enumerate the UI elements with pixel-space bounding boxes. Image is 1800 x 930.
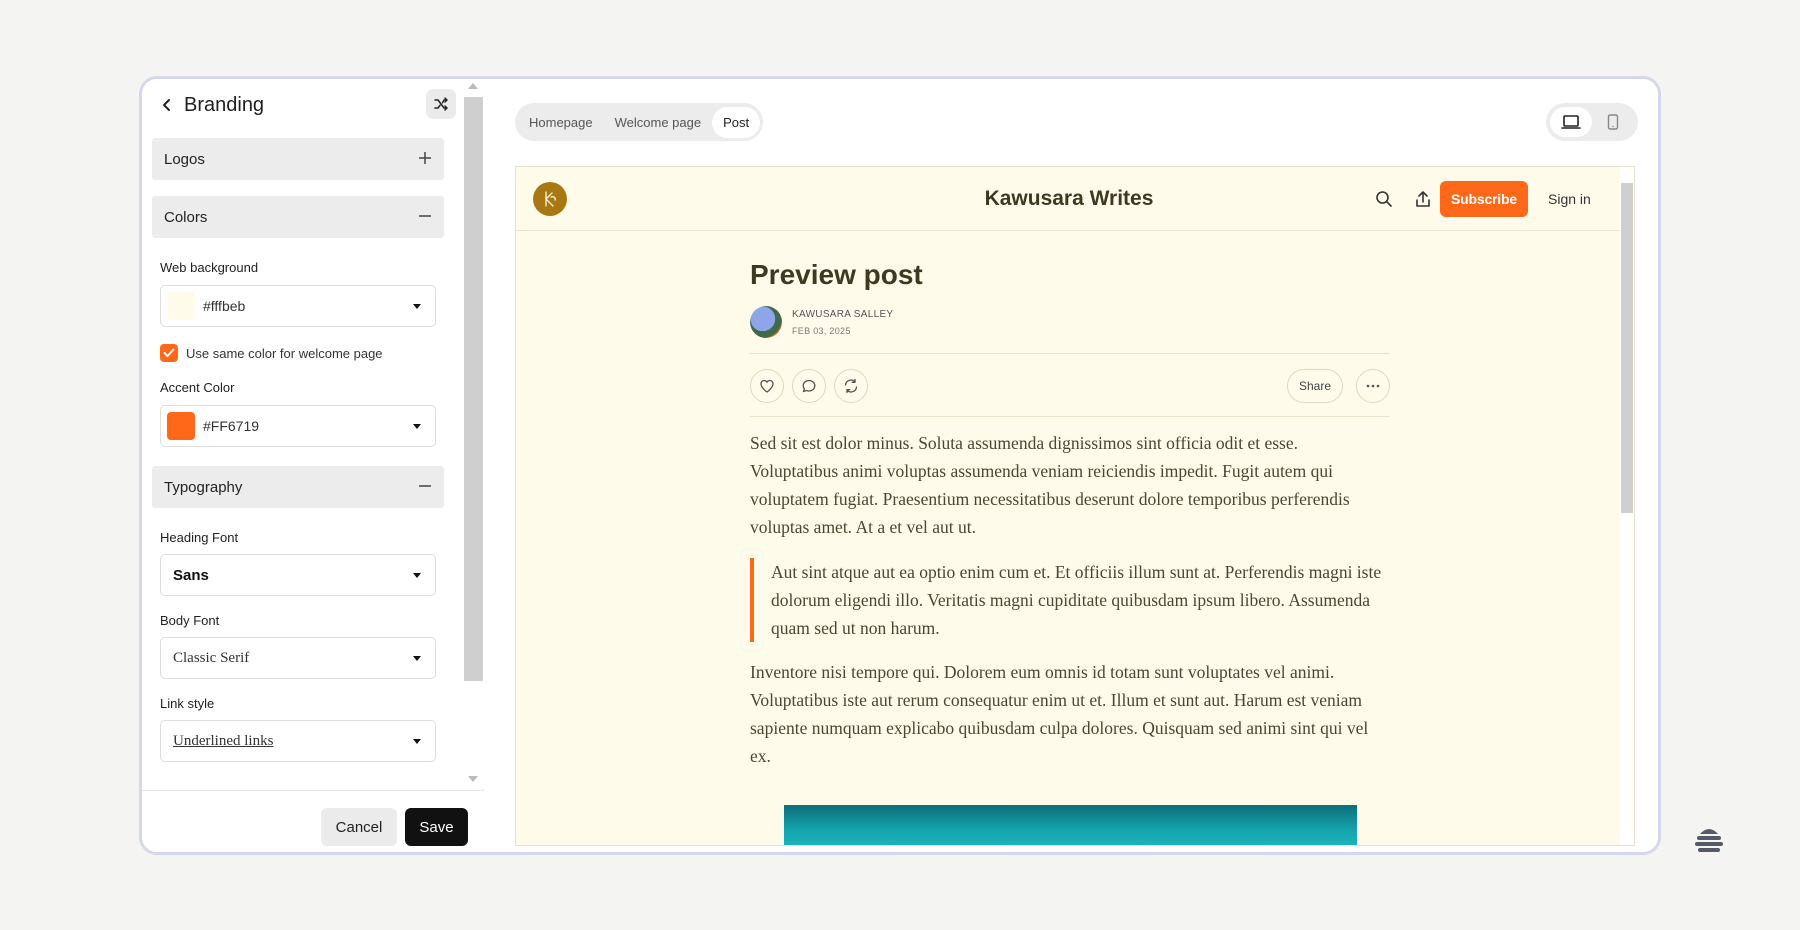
section-colors-label: Colors [164, 208, 208, 226]
desktop-view-button[interactable] [1550, 107, 1592, 137]
comment-button[interactable] [792, 369, 826, 403]
more-options-button[interactable] [1356, 369, 1390, 403]
link-style-label: Link style [160, 696, 215, 711]
panel-title: Branding [184, 93, 265, 116]
post-share-button[interactable]: Share [1287, 369, 1343, 403]
chevron-down-icon [413, 423, 421, 429]
minus-icon [418, 206, 432, 229]
restack-button[interactable] [834, 369, 868, 403]
heading-font-select[interactable]: Sans [160, 554, 436, 596]
same-color-checkbox[interactable] [160, 344, 178, 362]
section-colors[interactable]: Colors [152, 196, 444, 238]
save-button[interactable]: Save [405, 808, 468, 846]
section-logos-label: Logos [164, 150, 205, 168]
link-style-value: Underlined links [173, 732, 274, 749]
post-image [784, 805, 1357, 845]
post-title: Preview post [750, 259, 923, 290]
mobile-view-button[interactable] [1592, 107, 1634, 137]
chevron-down-icon [413, 572, 421, 578]
app-window: Branding Logos Colors Web background #ff… [139, 76, 1661, 855]
laptop-icon [1561, 115, 1581, 129]
signin-link[interactable]: Sign in [1548, 191, 1591, 207]
post-content: Preview post KAWUSARA SALLEY FEB 03, 202… [750, 231, 1390, 770]
chevron-down-icon [413, 738, 421, 744]
subscribe-button[interactable]: Subscribe [1440, 181, 1528, 217]
share-upload-icon[interactable] [1412, 188, 1434, 210]
body-font-label: Body Font [160, 613, 220, 628]
post-paragraph: Inventore nisi tempore qui. Dolorem eum … [750, 662, 1369, 766]
tab-post[interactable]: Post [712, 106, 761, 138]
plus-icon [418, 148, 432, 171]
accent-color-swatch [167, 412, 195, 440]
site-header: Kawusara Writes Subscribe Sign in [516, 167, 1622, 231]
tab-homepage[interactable]: Homepage [518, 107, 604, 138]
post-action-bar: Share [750, 353, 1390, 417]
panel-header: Branding [156, 87, 456, 123]
scroll-down-icon[interactable] [468, 776, 478, 782]
chevron-left-icon[interactable] [156, 94, 178, 116]
preview-scrollbar-thumb[interactable] [1621, 183, 1633, 513]
settings-scroll-area[interactable]: Branding Logos Colors Web background #ff… [142, 79, 464, 789]
post-body: Sed sit est dolor minus. Soluta assumend… [750, 429, 1390, 770]
heart-icon [760, 379, 774, 393]
like-button[interactable] [750, 369, 784, 403]
settings-panel: Branding Logos Colors Web background #ff… [142, 79, 484, 852]
web-background-swatch [167, 292, 195, 320]
accent-color-select[interactable]: #FF6719 [160, 405, 436, 447]
heading-font-label: Heading Font [160, 530, 239, 545]
heading-font-value: Sans [173, 566, 209, 584]
same-color-checkbox-row[interactable]: Use same color for welcome page [160, 344, 383, 362]
section-logos[interactable]: Logos [152, 138, 444, 180]
brand-logo-icon [1695, 829, 1723, 852]
accent-color-value: #FF6719 [203, 418, 260, 434]
comment-icon [802, 379, 816, 393]
post-paragraph: Sed sit est dolor minus. Soluta assumend… [750, 433, 1350, 537]
section-typography[interactable]: Typography [152, 466, 444, 508]
link-style-select[interactable]: Underlined links [160, 720, 436, 762]
chevron-down-icon [413, 655, 421, 661]
panel-footer: Cancel Save [142, 790, 484, 852]
section-typography-label: Typography [164, 478, 243, 496]
post-date: FEB 03, 2025 [792, 325, 851, 336]
body-font-select[interactable]: Classic Serif [160, 637, 436, 679]
tab-welcome-page[interactable]: Welcome page [604, 107, 712, 138]
settings-scrollbar-thumb[interactable] [464, 97, 483, 681]
shuffle-button[interactable] [426, 89, 456, 119]
web-background-select[interactable]: #fffbeb [160, 285, 436, 327]
web-background-label: Web background [160, 260, 259, 275]
phone-icon [1607, 114, 1619, 130]
post-preview-frame[interactable]: Kawusara Writes Subscribe Sign in Previe… [515, 166, 1635, 846]
preview-area: Homepage Welcome page Post Kawusara Writ… [485, 79, 1658, 852]
more-icon [1366, 384, 1380, 388]
byline: KAWUSARA SALLEY FEB 03, 2025 [750, 305, 1390, 339]
chevron-down-icon [413, 303, 421, 309]
author-name[interactable]: KAWUSARA SALLEY [792, 309, 893, 320]
cancel-button[interactable]: Cancel [321, 808, 397, 846]
scroll-up-icon[interactable] [468, 83, 478, 89]
search-icon[interactable] [1373, 188, 1395, 210]
restack-icon [844, 378, 858, 394]
device-toggle [1546, 103, 1638, 141]
accent-color-label: Accent Color [160, 380, 235, 395]
minus-icon [418, 476, 432, 499]
page-tabs: Homepage Welcome page Post [515, 103, 764, 141]
web-background-value: #fffbeb [203, 298, 246, 314]
author-avatar[interactable] [750, 306, 782, 338]
body-font-value: Classic Serif [173, 649, 250, 666]
shuffle-icon [434, 97, 448, 111]
post-blockquote: Aut sint atque aut ea optio enim cum et.… [750, 558, 1390, 642]
check-icon [163, 348, 175, 357]
same-color-label: Use same color for welcome page [186, 345, 383, 361]
